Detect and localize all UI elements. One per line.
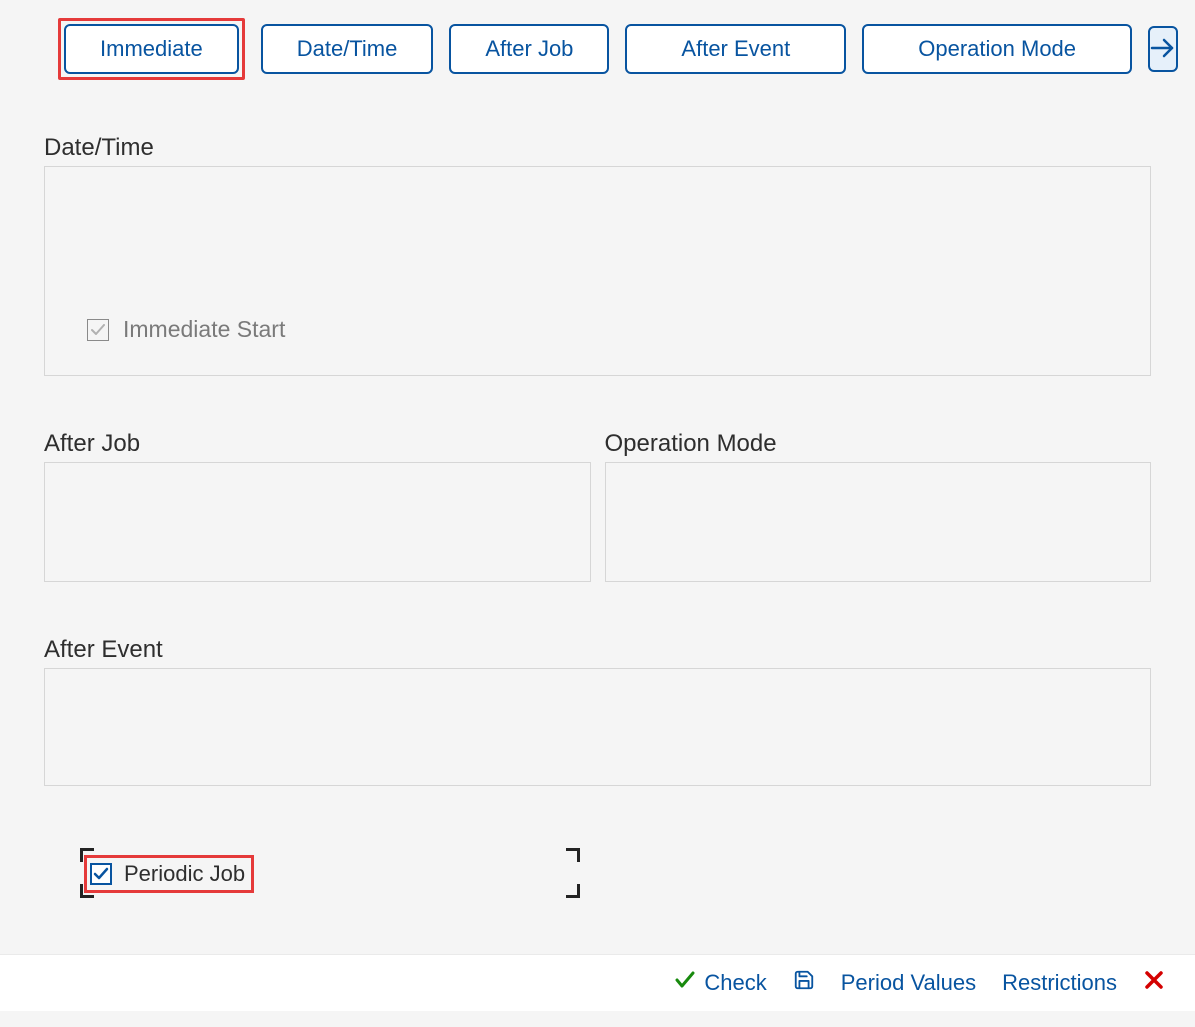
datetime-button[interactable]: Date/Time [261,24,434,74]
check-icon [93,866,109,882]
datetime-section-title: Date/Time [44,134,1151,162]
selection-corner-icon [566,848,580,862]
periodic-job-label: Periodic Job [124,861,245,887]
afterevent-button[interactable]: After Event [625,24,846,74]
operationmode-panel [605,462,1152,582]
next-arrow-button[interactable] [1148,26,1178,72]
afterevent-section-title: After Event [44,636,1151,664]
periodic-job-checkbox[interactable] [90,863,112,885]
check-button-label: Check [704,970,766,996]
tab-bar: Immediate Date/Time After Job After Even… [0,0,1195,80]
close-button[interactable] [1143,969,1165,997]
immediate-button[interactable]: Immediate [64,24,239,74]
save-button[interactable] [793,969,815,997]
check-icon [90,322,106,338]
check-icon [674,969,696,997]
highlight-periodic-job: Periodic Job [84,855,254,893]
immediate-start-checkbox[interactable] [87,319,109,341]
highlight-immediate: Immediate [58,18,245,80]
restrictions-button[interactable]: Restrictions [1002,970,1117,996]
selection-corner-icon [566,884,580,898]
period-values-button[interactable]: Period Values [841,970,976,996]
arrow-right-icon [1150,37,1176,62]
datetime-panel: Immediate Start [44,166,1151,376]
immediate-start-label: Immediate Start [123,316,285,343]
periodic-job-focus-frame: Periodic Job [80,848,580,898]
footer-toolbar: Check Period Values Restrictions [0,954,1195,1011]
operationmode-section-title: Operation Mode [605,430,1152,458]
afterjob-button[interactable]: After Job [449,24,609,74]
close-icon [1143,969,1165,997]
afterevent-panel [44,668,1151,786]
save-icon [793,969,815,997]
operationmode-button[interactable]: Operation Mode [862,24,1132,74]
afterjob-section-title: After Job [44,430,591,458]
afterjob-panel [44,462,591,582]
check-button[interactable]: Check [674,969,766,997]
immediate-start-row: Immediate Start [87,316,285,343]
